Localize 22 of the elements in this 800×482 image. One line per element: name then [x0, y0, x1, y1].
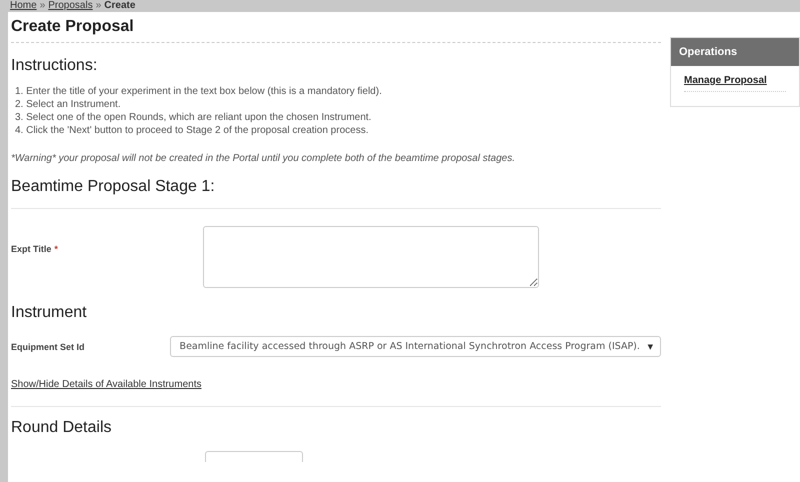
required-mark: * — [54, 244, 58, 254]
section-heading: Instrument — [11, 304, 88, 322]
field-label: Expt Title * — [11, 244, 59, 254]
sidebar-link[interactable]: Manage Proposal — [684, 75, 786, 92]
breadcrumb-link[interactable]: Home — [10, 1, 37, 11]
round-field[interactable] — [205, 451, 303, 462]
sidebar-title: Operations — [671, 38, 799, 66]
instruction-step: 2. Select an Instrument. — [15, 98, 661, 111]
warning-text: *Warning* your proposal will not be created in the Portal until you complete both of the beamtime proposal stages. — [11, 153, 516, 164]
breadcrumb-separator: » — [96, 1, 102, 11]
breadcrumb-current: Create — [104, 1, 136, 11]
section-heading: Instructions: — [11, 57, 98, 75]
breadcrumb-separator: » — [40, 1, 46, 11]
title-input[interactable] — [203, 226, 539, 288]
section-heading: Round Details — [11, 419, 112, 437]
instruction-step: 3. Select one of the open Rounds, which are reliant upon the chosen Instrument. — [15, 111, 661, 124]
page-title: Create Proposal — [11, 16, 661, 43]
instruction-step: 1. Enter the title of your experiment in the text box below (this is a mandatory field). — [15, 85, 661, 98]
breadcrumb-link[interactable]: Proposals — [48, 1, 93, 11]
instruction-step: 4. Click the 'Next' button to proceed to Stage 2 of the proposal creation process. — [15, 124, 661, 137]
toggle-link[interactable]: Show/Hide Details of Available Instruments — [11, 379, 202, 390]
section-heading: Beamtime Proposal Stage 1: — [11, 178, 216, 196]
